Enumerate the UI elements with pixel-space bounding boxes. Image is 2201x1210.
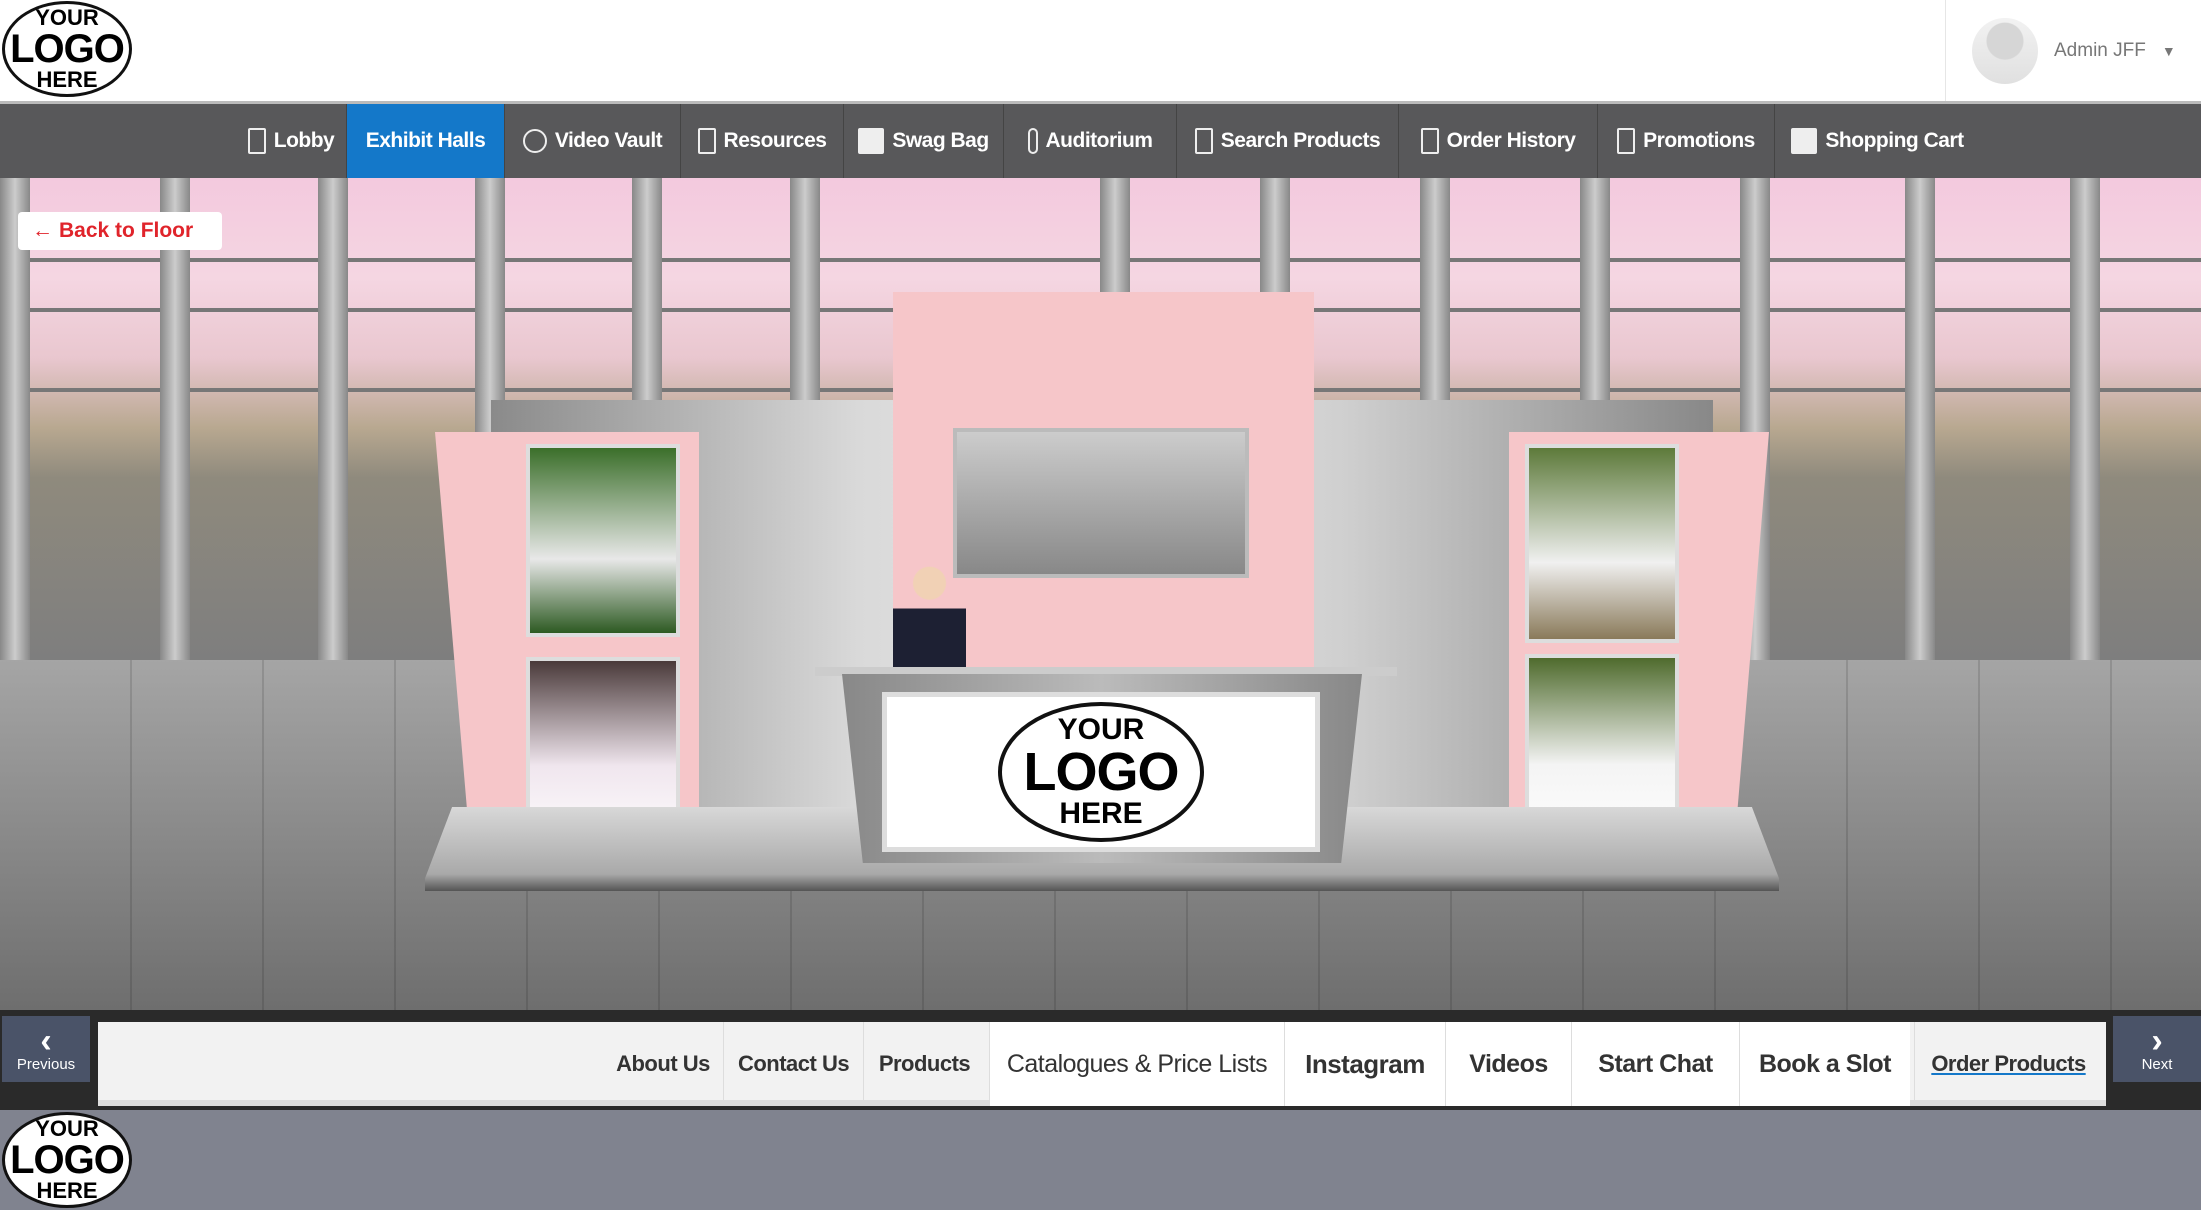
window-column [160, 178, 190, 668]
play-circle-icon [522, 129, 547, 153]
window-column [0, 178, 30, 668]
booth-links: About Us Contact Us Products Catalogues … [98, 1022, 2106, 1106]
next-button[interactable]: › Next [2113, 1016, 2201, 1082]
nav-resources[interactable]: Resources [681, 104, 844, 178]
link-instagram[interactable]: Instagram [1284, 1022, 1445, 1106]
nav-promotions[interactable]: Promotions [1598, 104, 1775, 178]
nav-auditorium[interactable]: Auditorium [1004, 104, 1177, 178]
link-products[interactable]: Products [863, 1022, 985, 1106]
back-to-floor-button[interactable]: ← Back to Floor [18, 212, 222, 250]
document-icon [1420, 128, 1439, 154]
window-column [1905, 178, 1935, 668]
nav-video-vault[interactable]: Video Vault [505, 104, 681, 178]
podium-icon [1027, 128, 1038, 154]
logo[interactable]: YOUR LOGO HERE [2, 1, 132, 97]
link-contact-us[interactable]: Contact Us [723, 1022, 863, 1106]
link-order-products[interactable]: Order Products [1914, 1022, 2102, 1106]
booth-nav-bar: ‹ Previous About Us Contact Us Products C… [0, 1010, 2201, 1110]
link-catalogues[interactable]: Catalogues & Price Lists [989, 1022, 1284, 1106]
document-icon [1617, 128, 1636, 154]
arrow-left-icon: ← [32, 219, 53, 242]
window-column [318, 178, 348, 668]
link-start-chat[interactable]: Start Chat [1571, 1022, 1739, 1106]
link-videos[interactable]: Videos [1445, 1022, 1571, 1106]
link-book-a-slot[interactable]: Book a Slot [1739, 1022, 1910, 1106]
user-menu[interactable]: Admin JFF ▼ [1945, 0, 2201, 101]
document-icon [697, 128, 716, 154]
chevron-left-icon: ‹ [40, 1021, 52, 1060]
nav-lobby[interactable]: Lobby [236, 104, 347, 178]
nav-exhibit-halls[interactable]: Exhibit Halls [347, 104, 505, 178]
document-icon [1194, 128, 1213, 154]
user-avatar-icon [1972, 17, 2038, 84]
footer-logo: YOUR LOGO HERE [2, 1112, 132, 1208]
top-header: YOUR LOGO HERE Admin JFF ▼ [0, 0, 2201, 101]
booth-video[interactable] [953, 428, 1249, 578]
receptionist[interactable] [893, 559, 966, 669]
caret-down-icon: ▼ [2161, 42, 2176, 59]
bag-icon [1791, 128, 1818, 154]
product-photo[interactable] [1525, 444, 1679, 643]
product-photo[interactable] [526, 444, 680, 637]
nav-search-products[interactable]: Search Products [1177, 104, 1399, 178]
chevron-right-icon: › [2151, 1021, 2163, 1060]
booth-logo-sign: YOUR LOGO HERE [882, 692, 1320, 852]
building-icon [247, 128, 266, 154]
link-about-us[interactable]: About Us [603, 1022, 723, 1106]
main-nav: Lobby Exhibit Halls Video Vault Resource… [0, 101, 2201, 178]
previous-button[interactable]: ‹ Previous [2, 1016, 90, 1082]
window-column [2070, 178, 2100, 668]
footer: YOUR LOGO HERE [0, 1110, 2201, 1210]
nav-swag-bag[interactable]: Swag Bag [844, 104, 1004, 178]
nav-shopping-cart[interactable]: Shopping Cart [1775, 104, 1980, 178]
nav-order-history[interactable]: Order History [1399, 104, 1598, 178]
exhibit-booth-scene: YOUR LOGO HERE [0, 178, 2201, 1010]
bag-icon [858, 128, 885, 154]
booth-logo: YOUR LOGO HERE [998, 702, 1204, 842]
user-name: Admin JFF [2054, 39, 2146, 61]
